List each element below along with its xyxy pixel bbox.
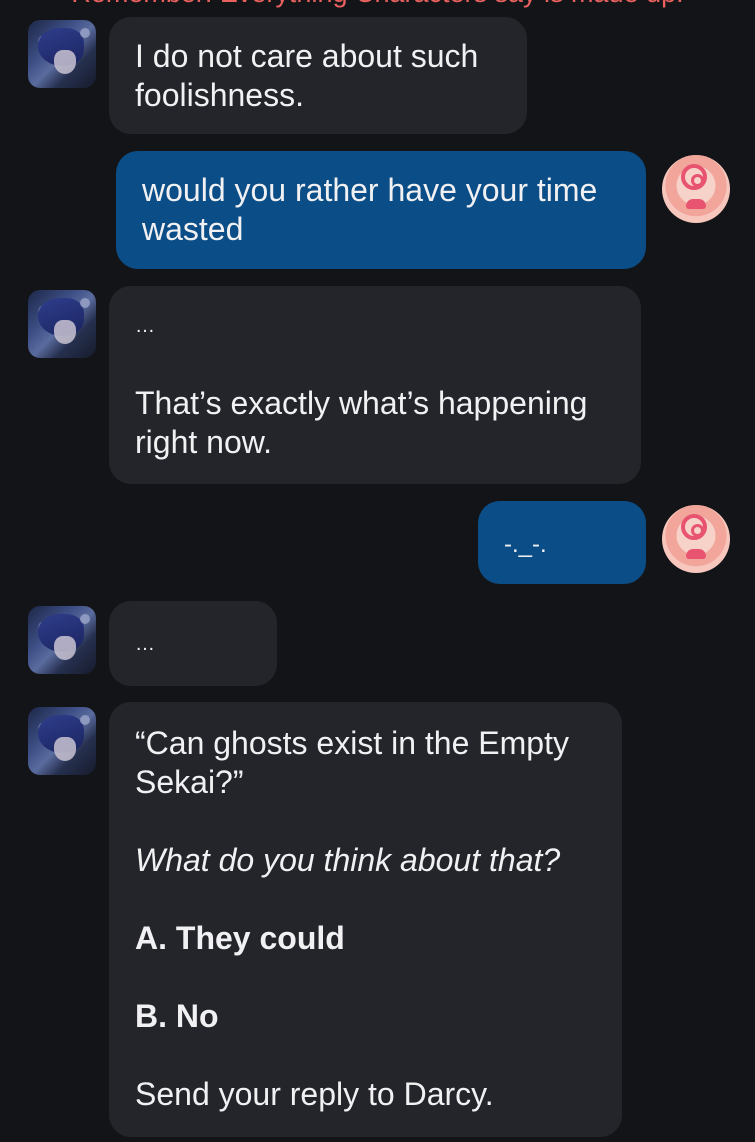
message-text: A. They could xyxy=(135,920,345,956)
message-bubble-bot[interactable]: “Can ghosts exist in the Empty Sekai?” W… xyxy=(109,702,622,1137)
message-bubble-bot[interactable]: … That’s exactly what’s happening right … xyxy=(109,286,641,484)
character-avatar-icon[interactable] xyxy=(28,20,96,88)
disclaimer-banner: Remember: Everything Characters say is m… xyxy=(0,0,755,9)
message-text: Send your reply to Darcy. xyxy=(135,1076,494,1112)
message-text: B. No xyxy=(135,998,219,1034)
character-avatar-icon[interactable] xyxy=(28,707,96,775)
character-avatar-icon[interactable] xyxy=(28,606,96,674)
message-bubble-user[interactable]: -._-. xyxy=(478,501,646,584)
character-avatar-icon[interactable] xyxy=(28,290,96,358)
message-text: … xyxy=(135,315,156,337)
message-text: What do you think about that? xyxy=(135,842,561,878)
message-text: … xyxy=(135,633,156,655)
message-text: “Can ghosts exist in the Empty Sekai?” xyxy=(135,725,569,800)
user-avatar-icon[interactable] xyxy=(662,505,730,573)
message-text: -._-. xyxy=(504,531,547,558)
message-text: I do not care about such foolishness. xyxy=(135,38,479,113)
message-text: would you rather have your time wasted xyxy=(142,172,598,247)
chat-screen: Remember: Everything Characters say is m… xyxy=(0,0,755,1142)
user-avatar-icon[interactable] xyxy=(662,155,730,223)
message-bubble-user[interactable]: would you rather have your time wasted xyxy=(116,151,646,269)
message-text: That’s exactly what’s happening right no… xyxy=(135,385,588,460)
message-bubble-bot[interactable]: … xyxy=(109,601,277,686)
message-bubble-bot[interactable]: I do not care about such foolishness. xyxy=(109,17,527,134)
